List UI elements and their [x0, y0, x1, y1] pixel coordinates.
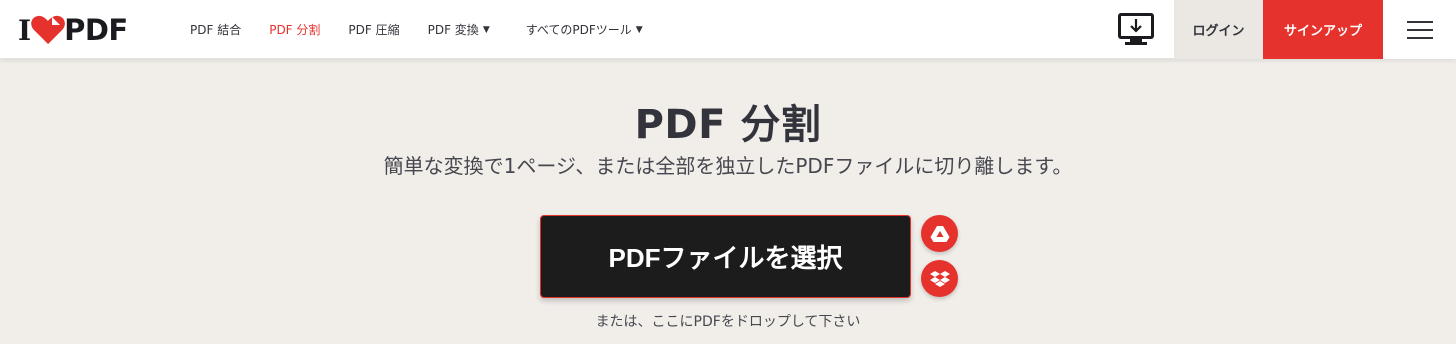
nav-item-convert-pdf[interactable]: PDF 変換 ▼ — [428, 21, 490, 38]
login-button[interactable]: ログイン — [1174, 0, 1263, 59]
google-drive-button[interactable] — [921, 215, 958, 252]
page-title: PDF 分割 — [634, 102, 822, 148]
page-subtitle: 簡単な変換で1ページ、または全部を独立したPDFファイルに切り離します。 — [383, 154, 1073, 178]
main-nav: PDF 結合 PDF 分割 PDF 圧縮 PDF 変換 ▼ すべてのPDFツール ▼ — [190, 0, 671, 59]
header-actions: ログイン サインアップ — [1116, 0, 1456, 59]
dropbox-button[interactable] — [921, 260, 958, 297]
heart-icon — [31, 15, 65, 44]
nav-item-compress-pdf[interactable]: PDF 圧縮 — [348, 21, 399, 38]
logo-pdf: PDF — [64, 13, 128, 47]
signup-button[interactable]: サインアップ — [1263, 0, 1383, 59]
top-navigation-bar: I PDF PDF 結合 PDF 分割 PDF 圧縮 PDF 変換 ▼ すべてのP… — [0, 0, 1456, 59]
drop-hint-text: または、ここにPDFをドロップして下さい — [595, 314, 861, 330]
nav-item-split-pdf[interactable]: PDF 分割 — [269, 21, 320, 38]
nav-compress-label: PDF 圧縮 — [348, 23, 400, 37]
logo-i: I — [18, 13, 31, 47]
caret-down-icon: ▼ — [635, 24, 643, 35]
nav-item-merge-pdf[interactable]: PDF 結合 — [190, 21, 241, 38]
nav-convert-label: PDF 変換 — [427, 23, 479, 37]
google-drive-icon — [930, 225, 949, 242]
nav-item-all-tools[interactable]: すべてのPDFツール ▼ — [526, 21, 643, 38]
desktop-download-icon[interactable] — [1116, 10, 1156, 50]
dropbox-icon — [929, 270, 950, 287]
nav-all-tools-label: すべてのPDFツール — [525, 23, 632, 37]
caret-down-icon: ▼ — [482, 24, 490, 35]
ilovepdf-logo[interactable]: I PDF — [18, 13, 128, 47]
nav-merge-label: PDF 結合 — [190, 23, 242, 37]
select-pdf-button[interactable]: PDFファイルを選択 — [540, 215, 911, 298]
nav-split-label: PDF 分割 — [269, 23, 321, 37]
hamburger-menu-icon[interactable] — [1383, 0, 1456, 59]
